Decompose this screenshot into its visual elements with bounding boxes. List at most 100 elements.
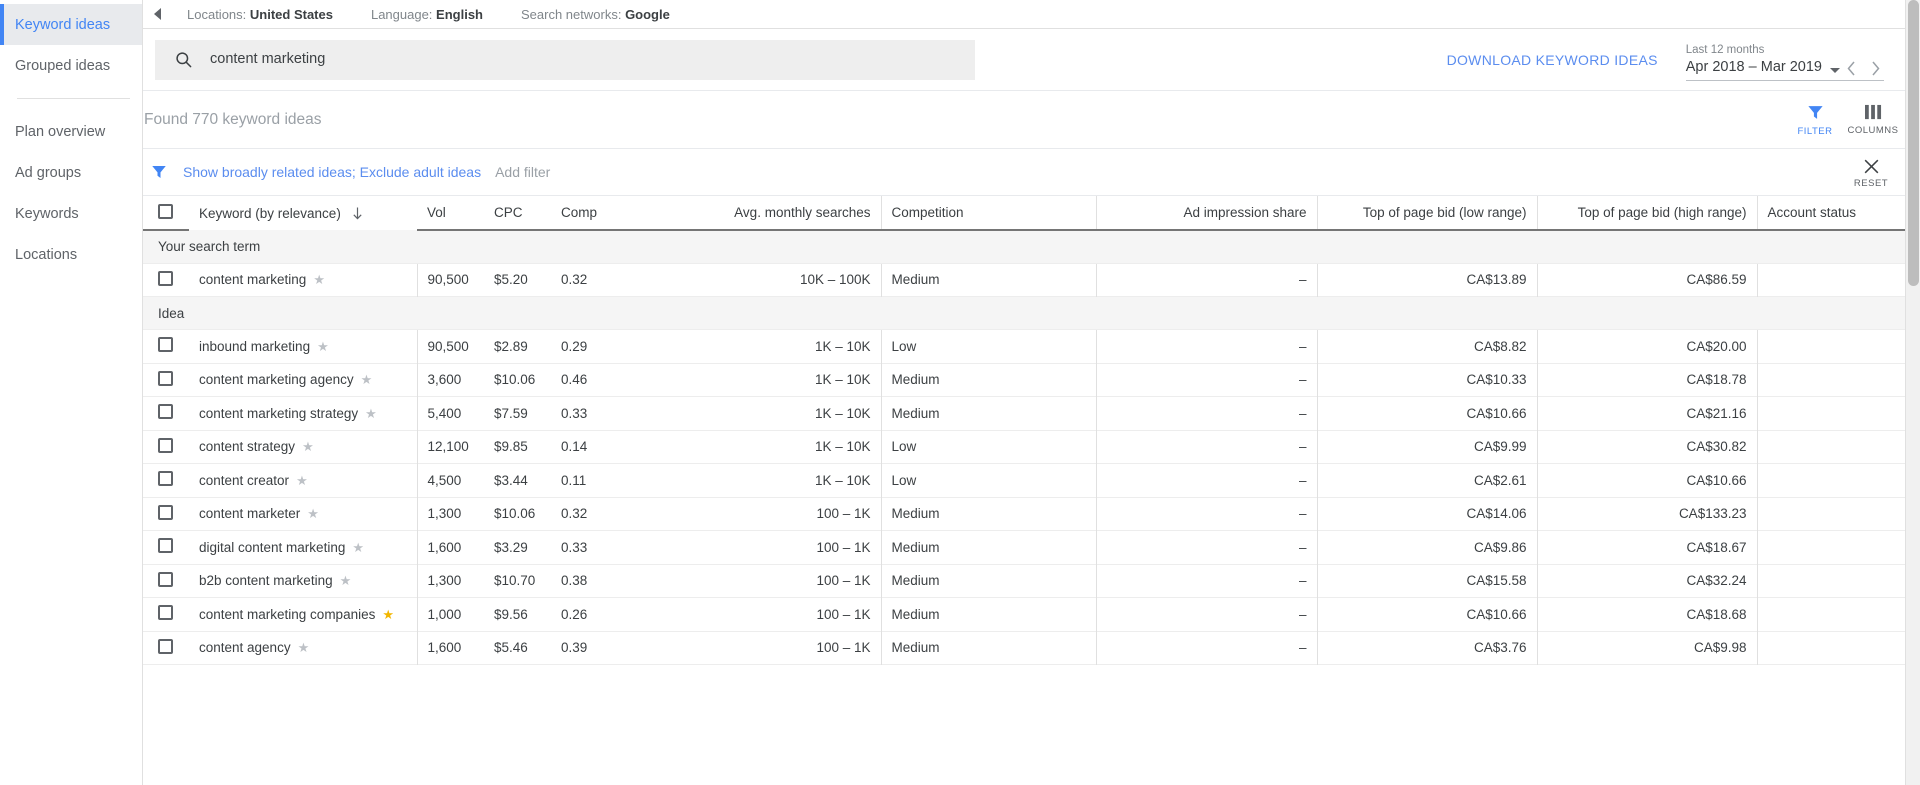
columns-button-label: COLUMNS [1847, 125, 1899, 136]
favorite-star-icon[interactable]: ★ [307, 507, 319, 520]
col-header-keyword[interactable]: Keyword (by relevance) [189, 196, 417, 230]
favorite-star-icon[interactable]: ★ [302, 440, 314, 453]
favorite-star-icon[interactable]: ★ [361, 373, 373, 386]
row-select-cell [143, 363, 189, 397]
cell-ad-impression-share: – [1095, 263, 1317, 297]
filter-button[interactable]: FILTER [1786, 103, 1844, 137]
cell-account-status [1756, 263, 1920, 297]
table-row[interactable]: digital content marketing ★ 1,600 $3.29 0… [143, 530, 1920, 565]
cell-vol: 1,000 [427, 606, 462, 622]
search-input[interactable]: content marketing [155, 39, 975, 80]
row-checkbox[interactable] [158, 471, 173, 487]
row-checkbox[interactable] [158, 337, 173, 353]
favorite-star-icon[interactable]: ★ [365, 407, 377, 420]
table-row[interactable]: content marketing companies ★ 1,000 $9.56… [143, 597, 1920, 632]
cell-bid-high: CA$86.59 [1536, 263, 1757, 297]
chip-locations[interactable]: Locations: United States [187, 7, 333, 22]
active-filters-label[interactable]: Show broadly related ideas; Exclude adul… [183, 164, 481, 180]
col-header-competition[interactable]: Competition [880, 196, 1096, 231]
favorite-star-icon[interactable]: ★ [382, 608, 394, 621]
cell-comp: 0.11 [561, 472, 587, 488]
row-select-cell [143, 598, 189, 632]
row-checkbox[interactable] [158, 538, 173, 554]
table-row[interactable]: inbound marketing ★ 90,500 $2.89 0.29 1K … [143, 329, 1920, 364]
row-checkbox[interactable] [158, 370, 173, 386]
select-all-checkbox[interactable] [158, 203, 173, 219]
download-keyword-ideas-button[interactable]: DOWNLOAD KEYWORD IDEAS [1447, 52, 1658, 68]
favorite-star-icon[interactable]: ★ [313, 273, 325, 286]
favorite-star-icon[interactable]: ★ [296, 474, 308, 487]
results-summary-row: Found 770 keyword ideas FILTER COLUMNS [143, 91, 1920, 149]
row-checkbox[interactable] [158, 270, 173, 286]
col-header-bid-high[interactable]: Top of page bid (high range) [1536, 196, 1757, 231]
favorite-star-icon[interactable]: ★ [298, 641, 310, 654]
cell-avg-monthly-searches: 1K – 10K [814, 372, 871, 388]
chip-label: Locations: [187, 6, 247, 22]
cell-keyword: content marketing ★ [189, 263, 418, 297]
cell-competition: Medium [880, 497, 1096, 531]
cell-keyword: b2b content marketing ★ [189, 564, 418, 598]
table-row[interactable]: content marketing strategy ★ 5,400 $7.59 … [143, 396, 1920, 430]
table-row[interactable]: content agency ★ 1,600 $5.46 0.39 100 – 1… [143, 631, 1920, 665]
filter-icon [1807, 106, 1823, 119]
cell-comp: 0.32 [561, 272, 588, 288]
col-header-ad-impression-share[interactable]: Ad impression share [1095, 196, 1317, 231]
table-row[interactable]: b2b content marketing ★ 1,300 $10.70 0.38… [143, 564, 1920, 598]
row-select-cell [143, 330, 189, 364]
cell-cpc: $10.70 [494, 573, 536, 589]
sidebar-item-plan-overview[interactable]: Plan overview [0, 111, 142, 152]
table-row[interactable]: content marketing ★ 90,500 $5.20 0.32 10… [143, 263, 1920, 297]
col-header-vol[interactable]: Vol [417, 196, 484, 231]
table-row[interactable]: content creator ★ 4,500 $3.44 0.11 1K – 1… [143, 463, 1920, 497]
row-select-cell [143, 531, 189, 565]
chip-language[interactable]: Language: English [371, 7, 483, 22]
sidebar-item-label: Locations [15, 246, 78, 263]
sidebar: Keyword ideas Grouped ideas Plan overvie… [0, 0, 143, 785]
table-row[interactable]: content strategy ★ 12,100 $9.85 0.14 1K –… [143, 430, 1920, 464]
cell-ad-impression-share: – [1095, 329, 1317, 363]
col-header-bid-low[interactable]: Top of page bid (low range) [1316, 196, 1537, 231]
row-checkbox[interactable] [158, 504, 173, 520]
keyword-planner-app: Keyword ideas Grouped ideas Plan overvie… [0, 0, 1920, 785]
vertical-scrollbar-thumb[interactable] [1908, 0, 1919, 286]
sidebar-item-keyword-ideas[interactable]: Keyword ideas [0, 4, 142, 45]
row-checkbox[interactable] [158, 605, 173, 621]
row-checkbox[interactable] [158, 571, 173, 587]
table-row[interactable]: content marketing agency ★ 3,600 $10.06 0… [143, 363, 1920, 397]
cell-bid-low: CA$9.99 [1316, 430, 1537, 464]
vertical-scrollbar[interactable] [1905, 0, 1920, 785]
sidebar-divider [17, 98, 130, 99]
chip-search-networks[interactable]: Search networks: Google [521, 7, 670, 22]
keyword-text: content marketing strategy [199, 405, 359, 421]
cell-cpc: $5.46 [494, 640, 528, 656]
sidebar-item-locations[interactable]: Locations [0, 234, 142, 275]
col-header-avg-monthly-searches[interactable]: Avg. monthly searches [611, 196, 881, 231]
col-header-cpc[interactable]: CPC [484, 196, 551, 231]
reset-button[interactable]: RESET [1842, 149, 1900, 196]
table-row[interactable]: content marketer ★ 1,300 $10.06 0.32 100 … [143, 497, 1920, 531]
cell-ad-impression-share: – [1095, 430, 1317, 464]
columns-button[interactable]: COLUMNS [1844, 104, 1902, 136]
col-header-account-status[interactable]: Account status [1756, 196, 1920, 231]
cell-comp: 0.39 [561, 640, 588, 656]
sidebar-item-keywords[interactable]: Keywords [0, 193, 142, 234]
chevron-down-icon[interactable] [1830, 68, 1840, 73]
close-icon [1864, 159, 1878, 173]
row-checkbox[interactable] [158, 638, 173, 654]
filter-bar: Show broadly related ideas; Exclude adul… [143, 149, 1920, 196]
sidebar-item-ad-groups[interactable]: Ad groups [0, 152, 142, 193]
date-prev-button[interactable] [1840, 57, 1862, 79]
keyword-text: content marketing [199, 272, 307, 288]
add-filter-button[interactable]: Add filter [495, 164, 550, 180]
chip-value: Google [625, 6, 670, 22]
favorite-star-icon[interactable]: ★ [340, 574, 352, 587]
row-checkbox[interactable] [158, 437, 173, 453]
favorite-star-icon[interactable]: ★ [317, 340, 329, 353]
favorite-star-icon[interactable]: ★ [352, 541, 364, 554]
cell-vol: 12,100 [427, 439, 469, 455]
col-header-comp[interactable]: Comp [551, 196, 611, 231]
sidebar-item-grouped-ideas[interactable]: Grouped ideas [0, 45, 142, 86]
date-next-button[interactable] [1864, 57, 1886, 79]
row-checkbox[interactable] [158, 404, 173, 420]
sidebar-collapse-button[interactable] [143, 0, 173, 29]
